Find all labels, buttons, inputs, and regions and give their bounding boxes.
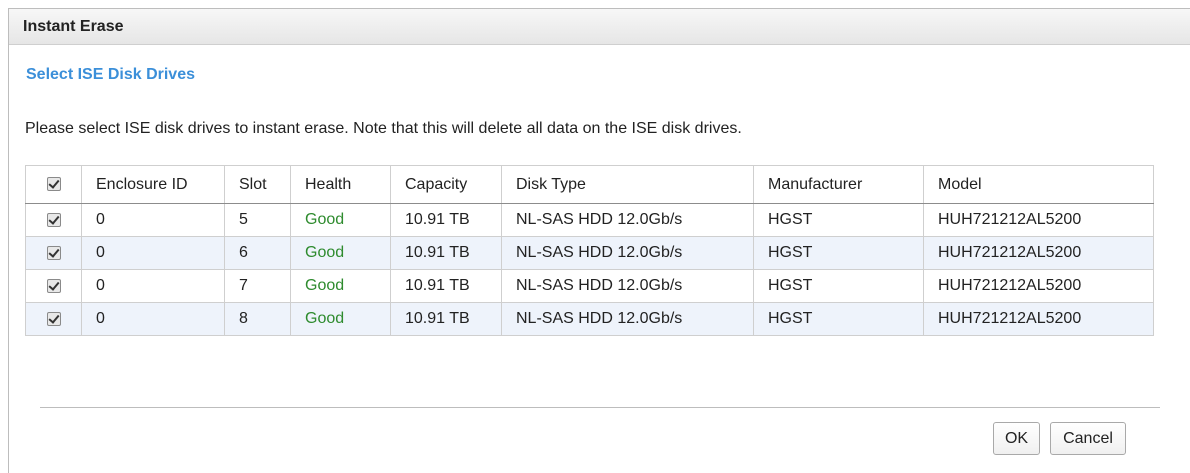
capacity-cell: 10.91 TB xyxy=(390,302,502,336)
capacity-cell: 10.91 TB xyxy=(390,269,502,303)
slot-cell: 6 xyxy=(224,236,291,270)
column-header-health[interactable]: Health xyxy=(290,165,391,204)
row-select-cell xyxy=(25,269,82,303)
row-checkbox[interactable] xyxy=(46,212,61,227)
model-cell: HUH721212AL5200 xyxy=(923,236,1154,270)
ok-button[interactable]: OK xyxy=(993,422,1040,455)
row-select-cell xyxy=(25,203,82,237)
table-row[interactable]: 0 8 Good 10.91 TB NL-SAS HDD 12.0Gb/s HG… xyxy=(25,302,1154,336)
enclosure-id-cell: 0 xyxy=(81,203,225,237)
slot-cell: 8 xyxy=(224,302,291,336)
section-title: Select ISE Disk Drives xyxy=(26,66,195,83)
instant-erase-dialog: Instant Erase Select ISE Disk Drives Ple… xyxy=(8,8,1190,473)
column-header-model[interactable]: Model xyxy=(923,165,1154,204)
table-header-row: Enclosure ID Slot Health Capacity Disk T… xyxy=(25,165,1154,204)
health-cell: Good xyxy=(290,203,391,237)
table-row[interactable]: 0 5 Good 10.91 TB NL-SAS HDD 12.0Gb/s HG… xyxy=(25,203,1154,237)
cancel-button[interactable]: Cancel xyxy=(1050,422,1126,455)
disk-drives-table: Enclosure ID Slot Health Capacity Disk T… xyxy=(25,165,1154,336)
column-header-enclosure-id[interactable]: Enclosure ID xyxy=(81,165,225,204)
disk-type-cell: NL-SAS HDD 12.0Gb/s xyxy=(501,236,754,270)
row-select-cell xyxy=(25,236,82,270)
capacity-cell: 10.91 TB xyxy=(390,203,502,237)
model-cell: HUH721212AL5200 xyxy=(923,302,1154,336)
table-row[interactable]: 0 7 Good 10.91 TB NL-SAS HDD 12.0Gb/s HG… xyxy=(25,269,1154,303)
manufacturer-cell: HGST xyxy=(753,269,924,303)
select-all-checkbox[interactable] xyxy=(46,177,61,192)
row-select-cell xyxy=(25,302,82,336)
capacity-cell: 10.91 TB xyxy=(390,236,502,270)
row-checkbox[interactable] xyxy=(46,311,61,326)
enclosure-id-cell: 0 xyxy=(81,236,225,270)
column-header-capacity[interactable]: Capacity xyxy=(390,165,502,204)
disk-type-cell: NL-SAS HDD 12.0Gb/s xyxy=(501,203,754,237)
disk-type-cell: NL-SAS HDD 12.0Gb/s xyxy=(501,302,754,336)
footer-divider xyxy=(40,407,1160,408)
health-cell: Good xyxy=(290,269,391,303)
slot-cell: 5 xyxy=(224,203,291,237)
manufacturer-cell: HGST xyxy=(753,302,924,336)
dialog-title: Instant Erase xyxy=(9,9,1190,45)
health-cell: Good xyxy=(290,236,391,270)
manufacturer-cell: HGST xyxy=(753,203,924,237)
row-checkbox[interactable] xyxy=(46,245,61,260)
health-cell: Good xyxy=(290,302,391,336)
row-checkbox[interactable] xyxy=(46,278,61,293)
slot-cell: 7 xyxy=(224,269,291,303)
column-header-slot[interactable]: Slot xyxy=(224,165,291,204)
select-all-cell xyxy=(25,165,82,204)
table-row[interactable]: 0 6 Good 10.91 TB NL-SAS HDD 12.0Gb/s HG… xyxy=(25,236,1154,270)
model-cell: HUH721212AL5200 xyxy=(923,203,1154,237)
column-header-manufacturer[interactable]: Manufacturer xyxy=(753,165,924,204)
enclosure-id-cell: 0 xyxy=(81,302,225,336)
model-cell: HUH721212AL5200 xyxy=(923,269,1154,303)
enclosure-id-cell: 0 xyxy=(81,269,225,303)
column-header-disk-type[interactable]: Disk Type xyxy=(501,165,754,204)
manufacturer-cell: HGST xyxy=(753,236,924,270)
disk-type-cell: NL-SAS HDD 12.0Gb/s xyxy=(501,269,754,303)
dialog-description: Please select ISE disk drives to instant… xyxy=(25,120,742,137)
